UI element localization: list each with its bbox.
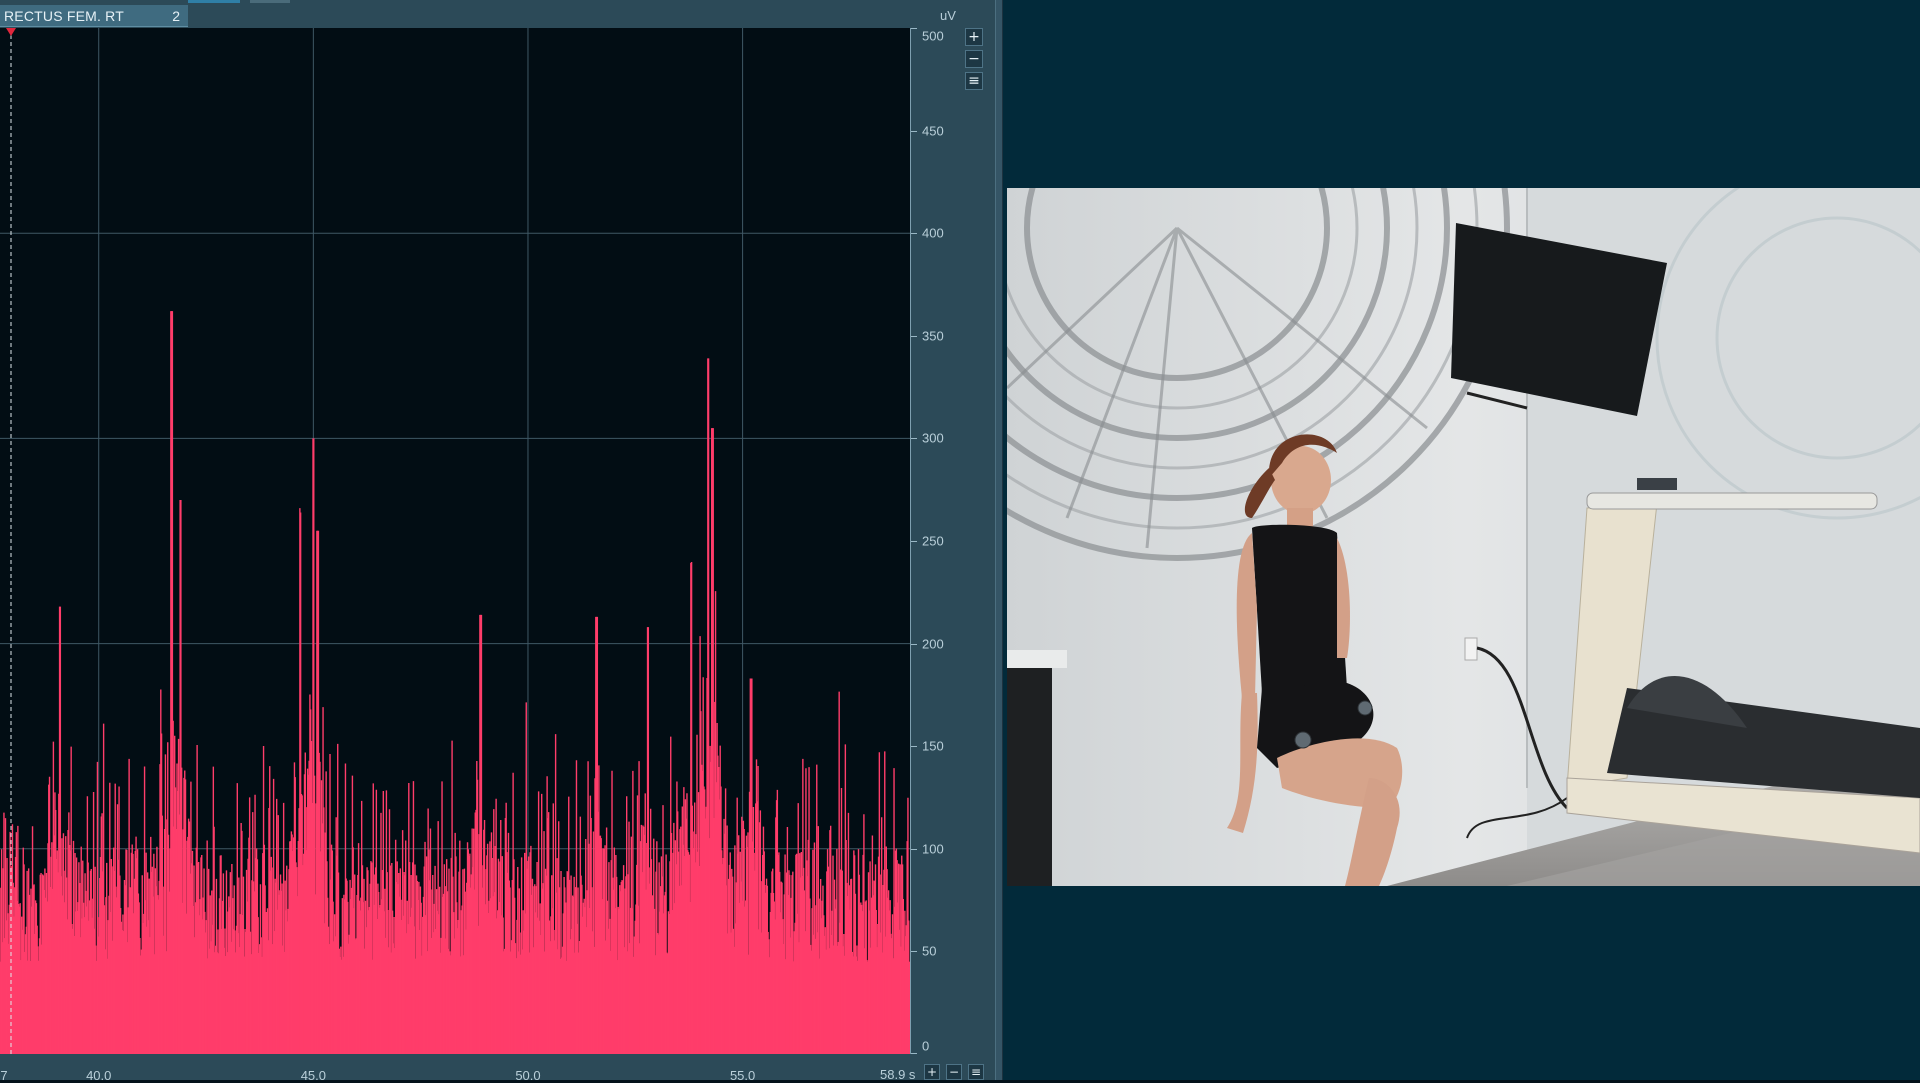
- time-zoom-in-button[interactable]: +: [924, 1064, 940, 1080]
- video-scene-image: [1007, 188, 1920, 886]
- x-tick-label: 40.0: [86, 1068, 112, 1083]
- y-axis: 500 450 400 350 300 250 200 150 100 50 0: [910, 28, 993, 1054]
- y-tick-label: 50: [922, 943, 937, 959]
- video-panel: [1003, 0, 1920, 1080]
- y-tick: [911, 335, 917, 337]
- y-tick-label: 0: [922, 1038, 930, 1054]
- y-tick-label: 450: [922, 123, 944, 139]
- x-tick-label: 50.0: [515, 1068, 541, 1083]
- x-tick-label: 7: [0, 1068, 8, 1083]
- channel-name: RECTUS FEM. RT: [4, 7, 124, 24]
- channel-number: 2: [172, 7, 180, 24]
- y-tick: [911, 541, 917, 542]
- y-tick: [911, 951, 917, 953]
- y-tick: [911, 746, 917, 748]
- zoom-in-button[interactable]: +: [965, 28, 983, 46]
- y-tick: [911, 643, 917, 645]
- y-tick: [911, 28, 917, 29]
- emg-panel: RECTUS FEM. RT 2 uV 500 450 400 350 300 250 20…: [0, 0, 1003, 1083]
- x-tick-label: 55.0: [729, 1068, 756, 1083]
- emg-series: [0, 311, 910, 1054]
- y-tick-label: 300: [922, 430, 944, 446]
- zoom-out-button[interactable]: −: [965, 50, 983, 68]
- x-axis: 7 40.0 45.0 50.0 55.0: [0, 1054, 1003, 1083]
- y-tick: [911, 130, 917, 132]
- fit-scale-button[interactable]: ≡: [965, 72, 983, 90]
- y-tick: [911, 233, 917, 235]
- y-tick-label: 400: [922, 225, 944, 241]
- panel-splitter[interactable]: [995, 0, 1003, 1080]
- time-zoom-out-button[interactable]: −: [946, 1064, 962, 1080]
- y-tick-label: 500: [922, 28, 944, 44]
- video-frame[interactable]: [1007, 188, 1920, 886]
- unit-label: uV: [940, 8, 956, 23]
- time-cursor-marker-icon[interactable]: [6, 28, 16, 36]
- emg-chart-svg: [0, 28, 910, 1054]
- channel-tab[interactable]: RECTUS FEM. RT 2: [0, 5, 188, 27]
- y-tick-label: 250: [922, 533, 944, 549]
- y-tick-label: 200: [922, 636, 944, 652]
- y-tick-label: 100: [922, 841, 944, 857]
- x-tick-label: 45.0: [300, 1068, 326, 1083]
- tab-accent-1: [188, 0, 240, 3]
- tab-accent-2: [250, 0, 290, 3]
- y-tick-label: 150: [922, 738, 944, 754]
- y-tick: [911, 848, 917, 850]
- y-tick: [911, 438, 917, 440]
- emg-plot[interactable]: [0, 28, 910, 1054]
- y-tick-label: 350: [922, 328, 944, 344]
- time-fit-button[interactable]: ≡: [968, 1064, 984, 1080]
